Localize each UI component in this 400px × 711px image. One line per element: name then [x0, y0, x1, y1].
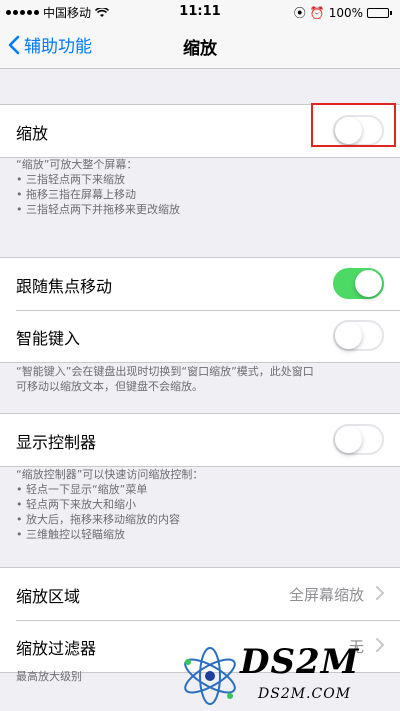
controller-footer-item: • 三维触控以轻瞄缩放: [16, 528, 125, 541]
smart-typing-toggle[interactable]: [333, 320, 384, 351]
controller-cell-group: 显示控制器: [0, 413, 400, 467]
watermark-url-text: DS2M.COM: [258, 686, 352, 702]
alarm-icon: ⏰: [309, 5, 325, 20]
controller-footer-title: “缩放控制器”可以快速访问缩放控制：: [16, 468, 204, 481]
zoom-region-value: 全屏幕缩放: [288, 586, 364, 604]
zoom-footer-item: • 三指轻点两下来缩放: [16, 173, 125, 186]
highlight-box: [311, 103, 396, 147]
zoom-region-row[interactable]: 缩放区域 全屏幕缩放: [0, 568, 400, 620]
zoom-footer-title: “缩放”可放大整个屏幕：: [16, 158, 138, 171]
status-right: ⦿ ⏰ 100%: [294, 4, 392, 21]
zoom-footer: “缩放”可放大整个屏幕： • 三指轻点两下来缩放 • 拖移三指在屏幕上移动 • …: [16, 157, 384, 217]
follow-focus-label: 跟随焦点移动: [16, 277, 113, 296]
toggle-knob: [355, 270, 382, 297]
toggle-knob: [335, 426, 362, 453]
follow-focus-row: 跟随焦点移动: [0, 258, 400, 310]
watermark: DS2M DS2M.COM: [178, 638, 400, 711]
follow-focus-toggle[interactable]: [333, 268, 384, 299]
focus-cell-group: 跟随焦点移动 智能键入: [0, 257, 400, 363]
orientation-lock-icon: ⦿: [293, 6, 306, 20]
show-controller-label: 显示控制器: [16, 433, 97, 452]
zoom-footer-item: • 三指轻点两下并拖移来更改缩放: [16, 203, 180, 216]
show-controller-row: 显示控制器: [0, 414, 400, 466]
smart-typing-row: 智能键入: [0, 310, 400, 362]
smart-typing-footer-line: “智能键入”会在键盘出现时切换到“窗口缩放”模式，此处窗口: [16, 365, 314, 378]
status-bar: 中国移动 11:11 ⦿ ⏰ 100%: [0, 0, 400, 22]
controller-footer-item: • 放大后，拖移来移动缩放的内容: [16, 513, 180, 526]
max-zoom-header: 最高放大级别: [16, 670, 82, 683]
battery-icon: [367, 7, 392, 18]
controller-footer: “缩放控制器”可以快速访问缩放控制： • 轻点一下显示“缩放”菜单 • 轻点两下…: [16, 467, 384, 542]
controller-footer-item: • 轻点两下来放大和缩小: [16, 498, 136, 511]
zoom-region-label: 缩放区域: [16, 587, 81, 606]
controller-footer-item: • 轻点一下显示“缩放”菜单: [16, 483, 148, 496]
show-controller-toggle[interactable]: [333, 424, 384, 455]
chevron-right-icon: [376, 586, 384, 600]
watermark-logo-text: DS2M: [240, 642, 360, 682]
atom-logo-icon: [184, 647, 236, 705]
zoom-label: 缩放: [16, 124, 49, 143]
smart-typing-label: 智能键入: [16, 329, 81, 348]
page-title: 缩放: [183, 39, 217, 59]
smart-typing-footer: “智能键入”会在键盘出现时切换到“窗口缩放”模式，此处窗口 可移动以缩放文本，但…: [16, 364, 384, 394]
zoom-filter-label: 缩放过滤器: [16, 639, 97, 658]
smart-typing-footer-line: 可移动以缩放文本，但键盘不会缩放。: [16, 380, 203, 393]
toggle-knob: [335, 322, 362, 349]
zoom-footer-item: • 拖移三指在屏幕上移动: [16, 188, 136, 201]
navigation-bar: 辅助功能 缩放: [0, 22, 400, 69]
battery-percent: 100%: [328, 5, 363, 20]
